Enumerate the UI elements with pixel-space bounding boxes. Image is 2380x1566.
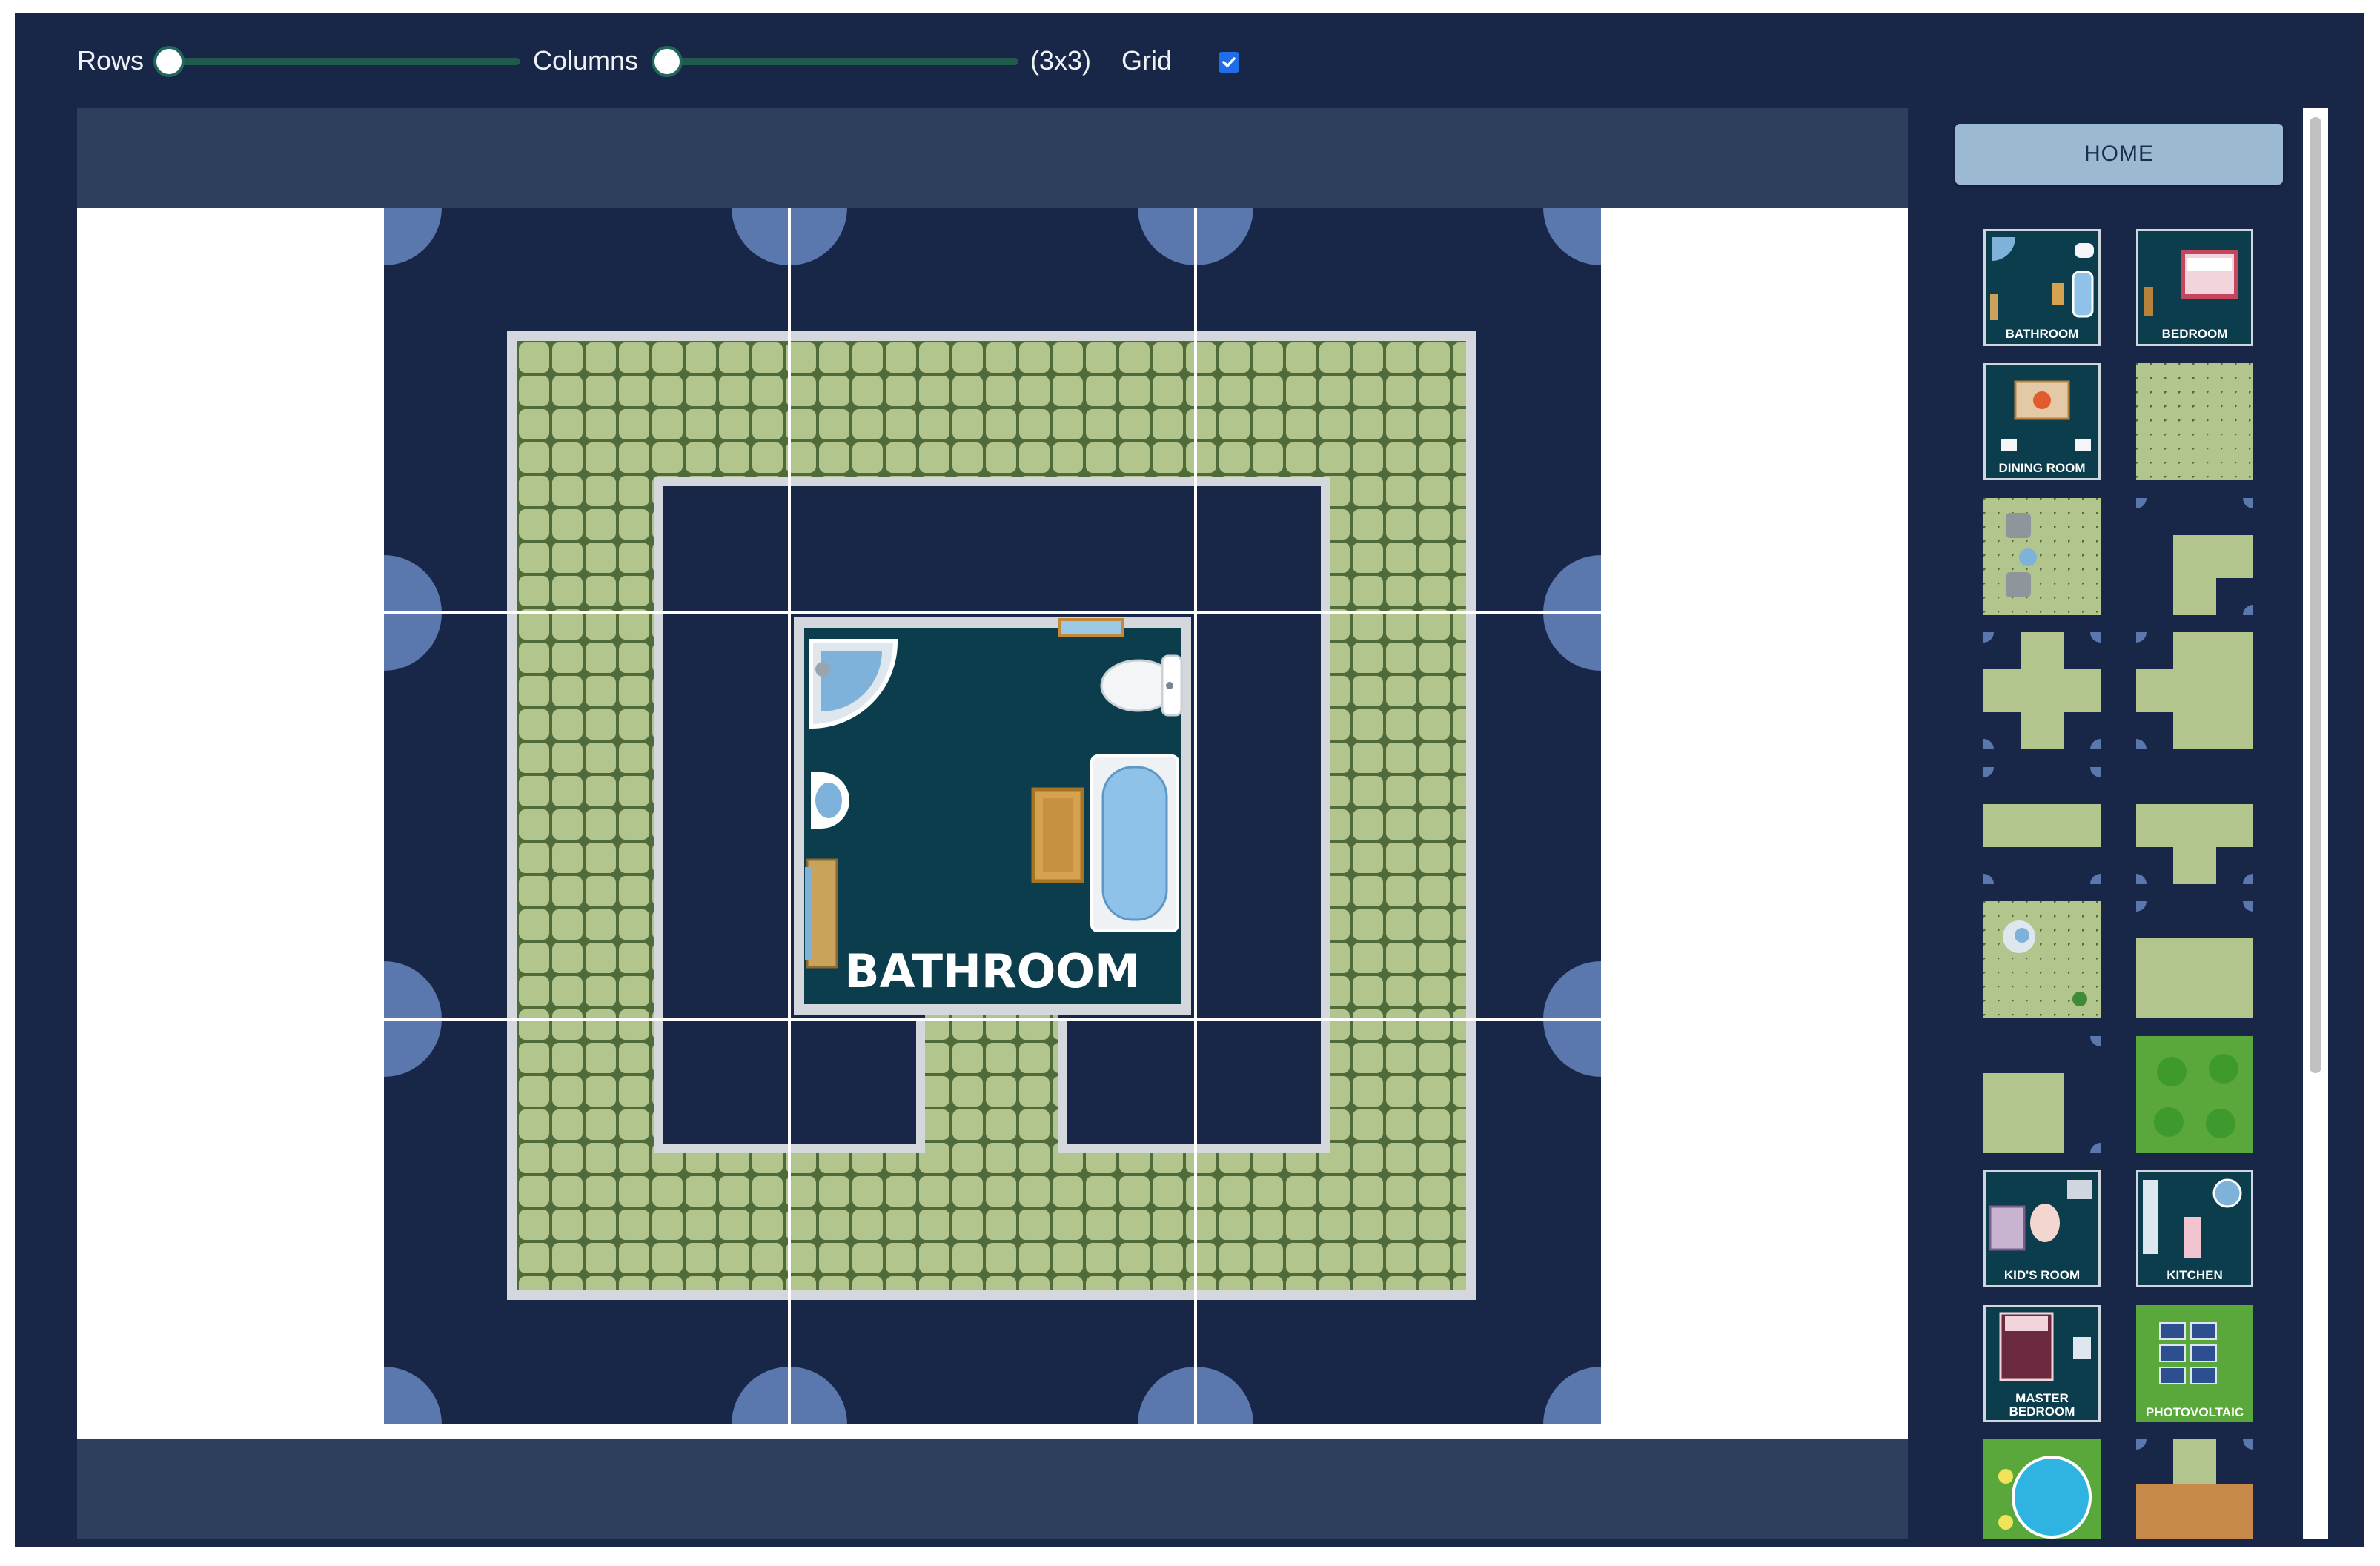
rows-slider-thumb[interactable] <box>153 46 185 77</box>
t-path-icon <box>2136 632 2253 749</box>
palette-tile-garden[interactable] <box>2136 1036 2253 1153</box>
straight-path-icon <box>1983 767 2101 884</box>
palette-tile-straight-path[interactable] <box>1983 767 2101 884</box>
rows-slider-track[interactable] <box>169 58 520 65</box>
palette-tile-cross-path[interactable] <box>1983 632 2101 749</box>
rows-label: Rows <box>77 45 145 76</box>
pool-icon <box>1998 1456 2092 1539</box>
palette-tile-floor[interactable] <box>2136 363 2253 480</box>
tile-label: PHOTOVOLTAIC <box>2145 1405 2244 1419</box>
palette-tile-master-bedroom[interactable]: MASTER BEDROOM <box>1983 1305 2101 1422</box>
tile-label: BATHROOM <box>2005 327 2079 341</box>
palette-tile-dining-room[interactable]: DINING ROOM <box>1983 363 2101 480</box>
palette-tile-pool[interactable] <box>1983 1439 2101 1539</box>
palette-tile-entrance[interactable] <box>2136 1439 2253 1539</box>
rows-slider[interactable] <box>153 46 520 77</box>
palette-tile-corner-tiles[interactable] <box>1983 1036 2101 1153</box>
tile-label: KID'S ROOM <box>2003 1268 2081 1282</box>
columns-slider-track[interactable] <box>667 58 1018 65</box>
home-button[interactable]: HOME <box>1955 124 2283 185</box>
palette-scrollbar-thumb[interactable] <box>2310 117 2321 1073</box>
floor-edge-icon <box>2136 901 2253 1018</box>
bathroom-room: BATHROOM <box>794 617 1191 1015</box>
palette-tile-kitchen[interactable]: KITCHEN <box>2136 1170 2253 1287</box>
cross-path-icon <box>1983 632 2101 749</box>
grid-label: Grid <box>1121 45 1173 76</box>
corner-tiles-icon <box>1983 1036 2101 1153</box>
palette-tile-kids-room[interactable]: KID'S ROOM <box>1983 1170 2101 1287</box>
check-icon <box>1222 57 1236 67</box>
toolbar: Rows Columns (3x3) Grid <box>15 13 2364 102</box>
grid-checkbox[interactable] <box>1219 52 1239 73</box>
palette-tile-photovoltaic[interactable]: PHOTOVOLTAIC <box>2136 1305 2253 1422</box>
entrance-icon <box>2136 1439 2253 1539</box>
tile-label: BEDROOM <box>2161 327 2228 341</box>
grid-size-readout: (3x3) <box>1030 45 1092 76</box>
app-frame: Rows Columns (3x3) Grid BATHROOM HOME BA… <box>15 13 2364 1547</box>
corner-path-icon <box>2136 498 2253 615</box>
canvas-top-band <box>77 108 1908 208</box>
palette-tile-floor-furniture[interactable] <box>1983 498 2101 615</box>
columns-slider-thumb[interactable] <box>652 46 683 77</box>
palette-tile-t-path-down[interactable] <box>2136 767 2253 884</box>
tile-label: DINING ROOM <box>1998 461 2086 475</box>
palette-scrollbar[interactable] <box>2303 108 2328 1539</box>
columns-label: Columns <box>533 45 639 76</box>
palette-tile-bedroom[interactable]: BEDROOM <box>2136 229 2253 346</box>
tree-icon <box>2154 1054 2238 1138</box>
tile-label: KITCHEN <box>2167 1268 2223 1282</box>
floor-plan-svg[interactable]: BATHROOM <box>384 208 1601 1424</box>
canvas-bottom-band <box>77 1439 1908 1539</box>
room-title: BATHROOM <box>844 944 1140 998</box>
canvas-area: BATHROOM <box>77 108 1908 1539</box>
palette-tile-corner-path[interactable] <box>2136 498 2253 615</box>
palette-tile-t-path[interactable] <box>2136 632 2253 749</box>
tile-palette: HOME BATHROOM BEDROOM DINING ROOM KID'S … <box>1939 108 2295 1539</box>
palette-tile-floor-plants[interactable] <box>1983 901 2101 1018</box>
t-path-down-icon <box>2136 804 2253 884</box>
armchair-icon <box>2006 513 2037 597</box>
plant-icon <box>2003 920 2087 1006</box>
tile-label: MASTER BEDROOM <box>2009 1391 2075 1419</box>
palette-tile-floor-edge[interactable] <box>2136 901 2253 1018</box>
floor-plan-board[interactable]: BATHROOM <box>384 208 1601 1424</box>
palette-tile-bathroom[interactable]: BATHROOM <box>1983 229 2101 346</box>
columns-slider[interactable] <box>652 46 1018 77</box>
